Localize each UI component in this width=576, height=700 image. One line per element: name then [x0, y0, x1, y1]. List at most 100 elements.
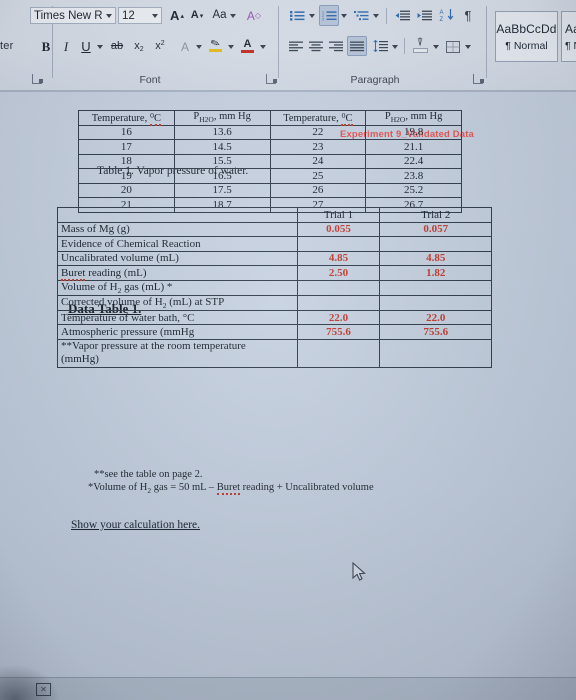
increase-indent-button[interactable]: [414, 7, 434, 24]
bold-label: B: [41, 39, 51, 54]
change-case-label: Aa: [212, 8, 227, 21]
dtable-cell-trial2: 755.6: [379, 324, 492, 340]
underline-dropdown[interactable]: [95, 38, 105, 55]
style-second-button[interactable]: Aa ¶ N: [561, 11, 576, 62]
chevron-down-icon[interactable]: [229, 13, 236, 18]
table1-cell: 16.5: [173, 168, 271, 184]
clipboard-dialog-launcher[interactable]: [32, 74, 43, 84]
table-row: Mass of Mg (g) 0.055 0.057: [57, 221, 492, 237]
font-color-label: A: [243, 37, 252, 50]
dtable-cell-trial1: [296, 236, 381, 252]
chevron-down-icon: [372, 13, 379, 18]
decrease-indent-button[interactable]: [392, 7, 412, 24]
borders-button[interactable]: [443, 38, 462, 55]
subscript-index: 2: [139, 46, 144, 53]
shading-button[interactable]: ⍒: [410, 36, 430, 55]
chevron-down-icon: [308, 13, 315, 18]
mouse-cursor: [352, 561, 368, 587]
chevron-down-icon: [227, 44, 234, 49]
font-size-box[interactable]: 12: [118, 7, 162, 24]
chevron-down-icon[interactable]: [106, 13, 112, 18]
table-row: 18 15.5 24 22.4: [78, 153, 462, 169]
grow-font-button[interactable]: A ▴: [168, 7, 186, 24]
highlight-color-button[interactable]: ✎: [206, 36, 225, 55]
align-left-button[interactable]: [287, 38, 305, 55]
borders-dropdown[interactable]: [463, 38, 472, 55]
justify-button[interactable]: [347, 36, 367, 56]
align-center-button[interactable]: [307, 38, 325, 55]
table1-cell: 22.4: [365, 153, 462, 169]
text-effects-button[interactable]: A: [176, 38, 194, 55]
caret-up-icon: ▴: [180, 12, 184, 20]
table1-header-pressure-2: PH2O, mm Hg: [365, 110, 462, 126]
line-spacing-dropdown[interactable]: [390, 38, 399, 55]
chevron-down-icon[interactable]: [152, 13, 158, 18]
font-size-value: 12: [122, 9, 135, 22]
document-page[interactable]: Experiment 9_Validated Data Table 1. Vap…: [0, 92, 576, 700]
font-dialog-launcher[interactable]: [266, 74, 277, 84]
italic-button[interactable]: I: [58, 38, 74, 55]
table1-cell: 18: [78, 153, 175, 169]
group-divider-font-paragraph: [278, 6, 279, 78]
text-effects-dropdown[interactable]: [194, 38, 203, 55]
table1-cell: 17: [78, 139, 175, 155]
font-color-dropdown[interactable]: [258, 38, 267, 55]
table1-cell: 26: [269, 182, 367, 198]
table1-cell: 22: [269, 124, 367, 140]
bullets-dropdown[interactable]: [307, 7, 316, 24]
font-color-swatch: [241, 49, 254, 53]
status-bar: [0, 677, 576, 700]
paragraph-dialog-launcher[interactable]: [473, 74, 484, 84]
table1-cell: 24: [269, 153, 367, 169]
line-spacing-icon: [372, 40, 388, 52]
superscript-button[interactable]: x 2: [151, 38, 169, 55]
table-row-header: Trial 1 Trial 2: [57, 207, 492, 223]
table-row: **Vapor pressure at the room temperature…: [57, 338, 492, 368]
show-formatting-marks-button[interactable]: ¶: [460, 7, 476, 24]
clear-formatting-label: A: [246, 8, 255, 23]
table1-cell: 25: [269, 168, 367, 184]
clear-formatting-button[interactable]: A ◇: [243, 7, 265, 24]
dtable-header-trial1: Trial 1: [296, 207, 381, 223]
table1-cell: 14.5: [173, 139, 271, 155]
shrink-font-button[interactable]: A ▾: [188, 7, 206, 24]
align-right-button[interactable]: [327, 38, 345, 55]
table1-cell: 21.1: [365, 139, 462, 155]
style-second-label: ¶ N: [565, 39, 576, 52]
table-vapor-pressure: Temperature, ⁰C PH2O, mm Hg Temperature,…: [78, 110, 462, 213]
bold-button[interactable]: B: [38, 38, 54, 55]
chevron-down-icon: [464, 44, 471, 49]
table1-cell: 19: [78, 168, 175, 184]
table-data-table-1: Trial 1 Trial 2 Mass of Mg (g) 0.055 0.057…: [57, 207, 492, 368]
dtable-cell-trial1: [296, 338, 381, 368]
font-color-button[interactable]: A: [238, 36, 257, 55]
highlight-dropdown[interactable]: [226, 38, 235, 55]
grow-font-label: A: [170, 8, 180, 23]
table1-cell: 13.6: [173, 124, 271, 140]
table-row: Atmospheric pressure (mmHg 755.6 755.6: [57, 324, 492, 340]
style-normal-preview: AaBbCcDd: [496, 21, 557, 36]
underline-button[interactable]: U: [78, 38, 94, 55]
sort-button[interactable]: A Z: [437, 5, 457, 25]
bullets-button[interactable]: [287, 7, 307, 24]
numbering-dropdown[interactable]: [339, 7, 348, 24]
change-case-button[interactable]: Aa: [211, 7, 237, 24]
svg-text:A: A: [440, 10, 444, 16]
style-normal-button[interactable]: AaBbCcDd ¶ Normal: [495, 11, 558, 62]
chevron-down-icon: [259, 44, 266, 49]
dtable-cell-trial1: 755.6: [296, 324, 381, 340]
strikethrough-button[interactable]: ab: [108, 38, 126, 55]
shading-dropdown[interactable]: [431, 38, 440, 55]
multilevel-list-dropdown[interactable]: [371, 7, 380, 24]
numbering-button[interactable]: 1 2 3: [319, 5, 339, 26]
chevron-down-icon: [432, 44, 439, 49]
font-name-box[interactable]: Times New Rom: [30, 7, 116, 24]
word-document-photo: ter Times New Rom 12 A ▴ A ▾ Aa A ◇: [0, 0, 576, 700]
dtable-header-blank: [57, 207, 298, 223]
multilevel-list-button[interactable]: [351, 7, 371, 24]
superscript-index: 2: [160, 40, 165, 47]
line-spacing-button[interactable]: [370, 37, 390, 55]
align-right-icon: [329, 41, 343, 52]
subscript-button[interactable]: x 2: [130, 38, 148, 55]
table1-header-temp-1: Temperature, ⁰C: [78, 110, 175, 126]
